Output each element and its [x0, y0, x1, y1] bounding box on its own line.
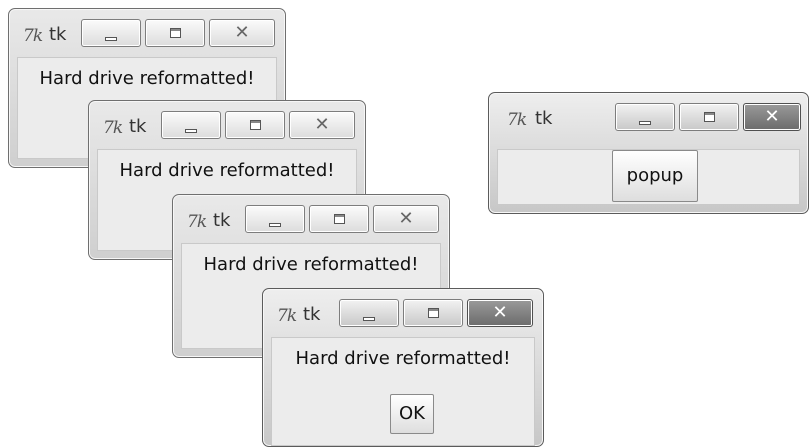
- window-body: popup: [497, 149, 800, 205]
- maximize-button[interactable]: [309, 205, 369, 233]
- close-button[interactable]: ✕: [743, 103, 801, 131]
- title-bar[interactable]: 7k tk ✕: [263, 289, 543, 337]
- desktop: 7k tk ✕ Hard drive reformatted! 7k tk ✕ …: [0, 0, 811, 447]
- minimize-button[interactable]: [245, 205, 305, 233]
- tk-feather-icon: 7k: [187, 212, 207, 232]
- popup-button[interactable]: popup: [612, 150, 698, 202]
- minimize-button[interactable]: [161, 111, 221, 139]
- tk-feather-icon: 7k: [23, 26, 43, 46]
- title-bar[interactable]: 7k tk ✕: [9, 9, 285, 57]
- window-body: Hard drive reformatted! OK: [271, 337, 535, 446]
- close-button[interactable]: ✕: [467, 299, 533, 327]
- window-title: tk: [213, 210, 231, 231]
- close-button[interactable]: ✕: [373, 205, 439, 233]
- window-title: tk: [303, 304, 321, 325]
- tk-feather-icon: 7k: [277, 306, 297, 326]
- message-label: Hard drive reformatted!: [39, 68, 255, 89]
- title-bar[interactable]: 7k tk ✕: [489, 93, 808, 141]
- title-bar[interactable]: 7k tk ✕: [173, 195, 449, 243]
- window-title: tk: [535, 108, 553, 129]
- tk-feather-icon: 7k: [507, 110, 527, 130]
- maximize-button[interactable]: [403, 299, 463, 327]
- close-button[interactable]: ✕: [209, 19, 275, 47]
- minimize-button[interactable]: [339, 299, 399, 327]
- tk-feather-icon: 7k: [103, 118, 123, 138]
- minimize-button[interactable]: [81, 19, 141, 47]
- maximize-button[interactable]: [145, 19, 205, 47]
- window-title: tk: [49, 24, 67, 45]
- minimize-button[interactable]: [615, 103, 675, 131]
- title-bar[interactable]: 7k tk ✕: [89, 101, 365, 149]
- message-label: Hard drive reformatted!: [203, 254, 419, 275]
- close-button[interactable]: ✕: [289, 111, 355, 139]
- popup-window-4: 7k tk ✕ Hard drive reformatted! OK: [262, 288, 544, 447]
- maximize-button[interactable]: [225, 111, 285, 139]
- main-window: 7k tk ✕ popup: [488, 92, 809, 214]
- window-title: tk: [129, 116, 147, 137]
- ok-button[interactable]: OK: [390, 394, 434, 434]
- message-label: Hard drive reformatted!: [295, 348, 511, 369]
- maximize-button[interactable]: [679, 103, 739, 131]
- message-label: Hard drive reformatted!: [119, 160, 335, 181]
